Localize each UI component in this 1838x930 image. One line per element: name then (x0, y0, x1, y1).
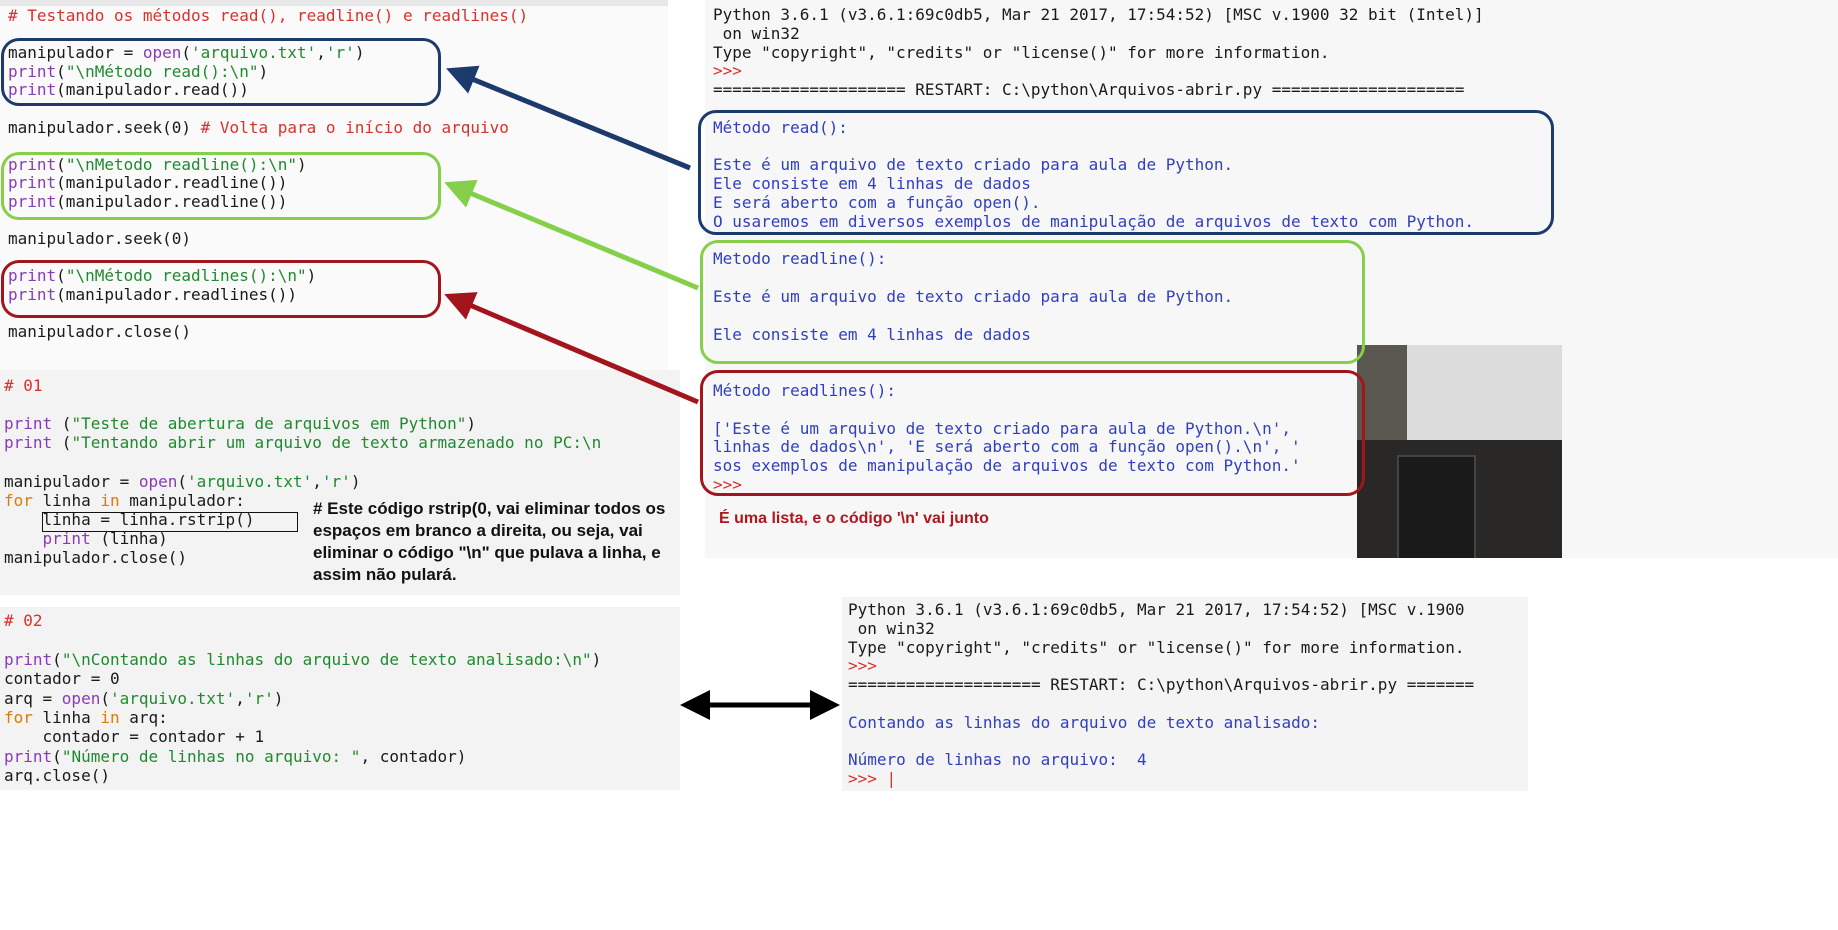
connector-arrows (444, 65, 840, 720)
arrow-read (446, 65, 691, 171)
arrow-readlines (444, 292, 699, 405)
arrow-readline (444, 179, 699, 291)
